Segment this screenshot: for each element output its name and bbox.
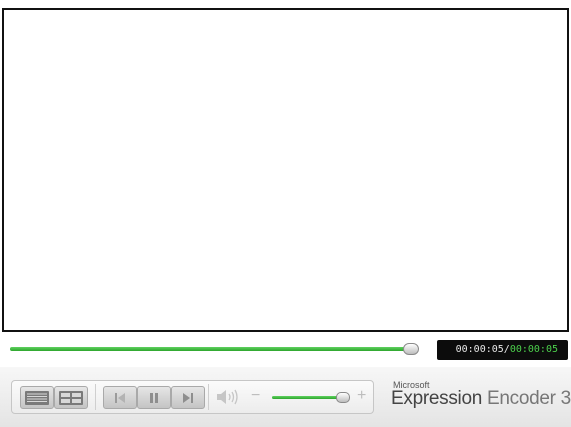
time-display: 00:00:05/00:00:05: [437, 340, 568, 360]
chapters-button[interactable]: [54, 386, 88, 409]
playlist-button[interactable]: [20, 386, 54, 409]
next-button[interactable]: [171, 386, 205, 409]
next-icon: [181, 392, 195, 404]
brand-product-light: Encoder 3: [486, 388, 571, 409]
previous-icon: [113, 392, 127, 404]
total-time: 00:00:05: [509, 344, 558, 355]
current-time: 00:00:05: [455, 344, 504, 355]
seek-bar-thumb[interactable]: [402, 343, 419, 355]
volume-slider-fill: [272, 396, 342, 399]
playlist-icon: [25, 390, 49, 405]
brand-product: Expression Encoder 3: [391, 388, 571, 410]
volume-slider[interactable]: [272, 392, 350, 403]
chapters-grid-icon: [59, 390, 83, 405]
volume-slider-thumb[interactable]: [335, 392, 350, 403]
divider: [95, 384, 96, 410]
volume-down-button[interactable]: −: [251, 387, 260, 405]
volume-up-button[interactable]: +: [357, 387, 366, 405]
seek-bar[interactable]: [10, 343, 419, 355]
speaker-icon[interactable]: [216, 388, 242, 411]
seek-bar-fill: [10, 347, 410, 351]
previous-button[interactable]: [103, 386, 137, 409]
brand-product-bold: Expression: [391, 388, 482, 409]
pause-icon: [148, 392, 160, 404]
divider: [208, 384, 209, 410]
video-display-area[interactable]: [2, 8, 569, 332]
pause-button[interactable]: [137, 386, 171, 409]
